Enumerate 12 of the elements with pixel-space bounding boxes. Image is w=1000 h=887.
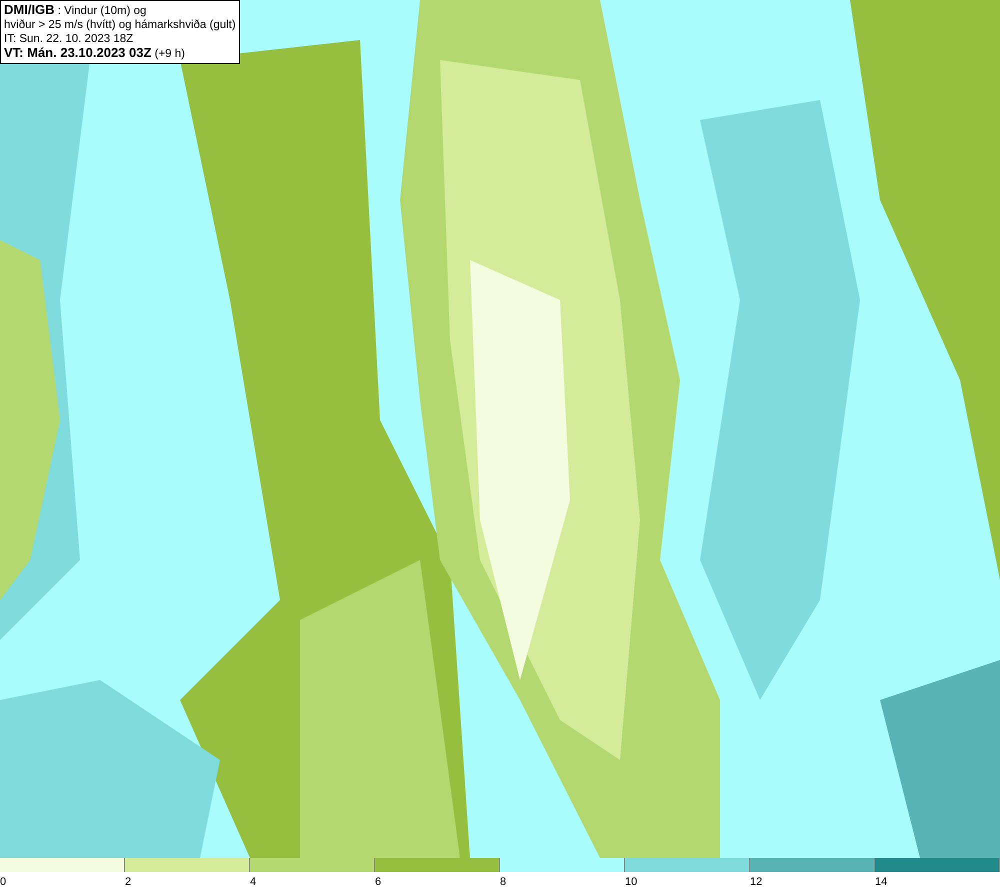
- legend-tick-label: 12: [750, 876, 762, 887]
- legend-tick-label: 4: [250, 876, 256, 887]
- legend-tick-label: 6: [375, 876, 382, 887]
- title-line: DMI/IGB : Vindur (10m) og: [4, 3, 148, 18]
- title-line: VT: Mán. 23.10.2023 03Z (+9 h): [4, 46, 186, 61]
- title-line: hviður > 25 m/s (hvítt) og hámarkshviða (gult): [4, 18, 236, 32]
- legend-tick-label: 8: [500, 876, 506, 887]
- legend-tick-label: 10: [625, 876, 638, 887]
- legend-tick-label: 14: [875, 876, 888, 887]
- legend-tick-label: 2: [125, 876, 132, 887]
- legend-tick-label: 0: [0, 876, 6, 887]
- title-line: IT: Sun. 22. 10. 2023 18Z: [4, 32, 134, 46]
